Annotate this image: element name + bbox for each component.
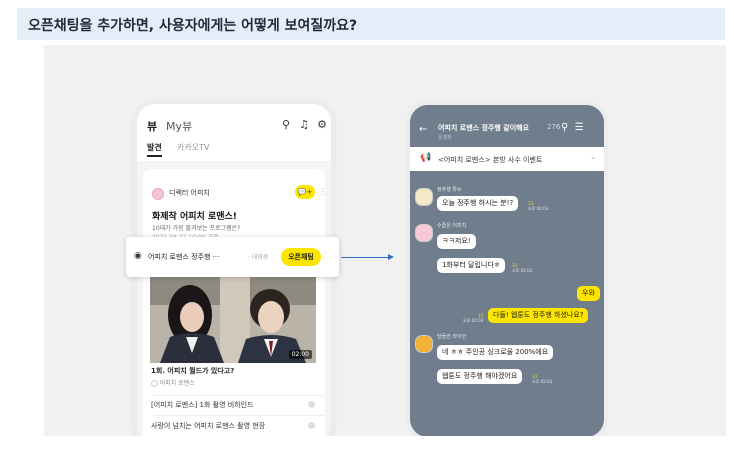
chatroom-subtitle: 운영자 · [438,135,455,141]
gear-icon[interactable]: ⚙ [315,118,329,132]
chat-bubble: 오늘 정주행 하시는 분!? [437,196,519,211]
menu-icon[interactable]: ☰ [575,122,584,133]
nickname: 당돌한 라이언 [437,334,467,340]
video-source-text: 어피치 로맨스 [159,380,195,387]
chat-bubble-mine: 우와 [577,286,600,301]
chat-bubble: 1화부터 달립니다ㅎ [437,258,506,273]
openchat-button[interactable]: 오픈채팅 [281,248,321,266]
chatroom-title: 어피치 로맨스 정주행 같이해요 [438,124,530,132]
openchat-highlight-bar[interactable]: ◉ 어피치 로맨스 정주행 ··· · 대화중 오픈채팅 [126,237,339,277]
chat-bubble: 웹툰도 정주행 해야겠어요 [437,369,523,384]
video-source: ◯ 어피치 로맨스 [151,378,195,387]
channel-name[interactable]: 디렉터 어피치 [169,188,210,198]
notice-bar[interactable]: 📢 <어피치 로맨스> 본방 사수 이벤트 ⌄ [410,147,604,171]
chat-status: · 대화중 [248,254,269,261]
tab-kakaotv[interactable]: 카카오TV [177,142,209,153]
illustration-stage: 뷰 My뷰 ⚲ ♫ ⚙ 발견 카카오TV 디렉터 어피치 💬+ ⋮ 화제작 어피… [44,45,726,436]
music-icon[interactable]: ♫ [297,118,311,132]
chat-group-icon: ◉ [134,251,142,261]
source-icon: ◯ [151,380,158,387]
avatar-tube[interactable] [415,188,433,206]
view-logo: 뷰 [147,120,158,133]
back-arrow-icon[interactable]: ← [419,124,427,135]
chat-header: ← 어피치 로맨스 정주행 같이해요 276 운영자 · ⚲ ☰ [410,105,604,145]
post-title: 화제작 어피치 로맨스! [152,212,237,222]
chat-bubble: ㅋㅋ저요! [437,234,476,249]
my-view-tab[interactable]: My뷰 [166,118,192,134]
divider [154,415,324,416]
section-title: 오픈채팅을 추가하면, 사용자에게는 어떻게 보여질까요? [28,18,358,34]
arrow-head-icon [388,254,394,260]
list-item[interactable]: [어피치 로맨스] 1화 촬영 비하인드 [151,400,254,410]
more-icon[interactable]: ⋮ [319,187,327,196]
chat-bubble: 네 ㅎㅎ 주인공 싱크로율 200%에요 [437,345,554,360]
search-icon[interactable]: ⚲ [279,118,293,132]
right-phone-mockup: ← 어피치 로맨스 정주행 같이해요 276 운영자 · ⚲ ☰ 📢 <어피치 … [406,101,608,436]
post-subtitle: 10대가 가장 즐겨보는 프로그램은? [152,225,241,232]
list-item-dot [308,422,315,429]
search-icon[interactable]: ⚲ [561,122,568,133]
list-item[interactable]: 사랑이 넘치는 어피치 로맨스 촬영 현장 [151,421,265,431]
avatar-apeach[interactable] [415,224,433,242]
member-count: 276 [547,123,561,131]
top-bar: 뷰 My뷰 ⚲ ♫ ⚙ [147,118,327,136]
message-meta: 13 오후 02:03 [528,201,549,211]
section-header: 오픈채팅을 추가하면, 사용자에게는 어떻게 보여질까요? [17,8,725,40]
notice-text: <어피치 로맨스> 본방 사수 이벤트 [438,156,543,164]
message-meta: 13 오후 02:03 [463,313,484,323]
chat-bubble-mine: 다들! 웹툰도 정주행 하셨나요? [488,308,589,323]
channel-avatar [152,188,164,200]
nickname: 정주행 튜브 [437,187,462,193]
tab-discover[interactable]: 발견 [147,142,162,157]
openchat-room-name: 어피치 로맨스 정주행 ··· [148,253,220,261]
megaphone-icon: 📢 [420,153,432,163]
arrow-connector [341,257,390,258]
nickname: 수줍은 어피치 [437,223,467,229]
video-caption[interactable]: 1회. 어피치 월드가 있다고? [151,366,234,376]
chevron-down-icon[interactable]: ⌄ [590,153,596,161]
divider [154,395,324,396]
chat-plus-badge[interactable]: 💬+ [295,185,315,199]
video-duration: 02:00 [288,350,312,359]
message-meta: 13 오후 02:03 [512,263,533,273]
video-thumbnail[interactable]: 02:00 [150,275,316,363]
list-item-dot [308,401,315,408]
message-meta: 13 오후 02:03 [532,374,553,384]
avatar-ryan[interactable] [415,335,433,353]
header-icons: ⚲ ☰ [561,122,584,133]
